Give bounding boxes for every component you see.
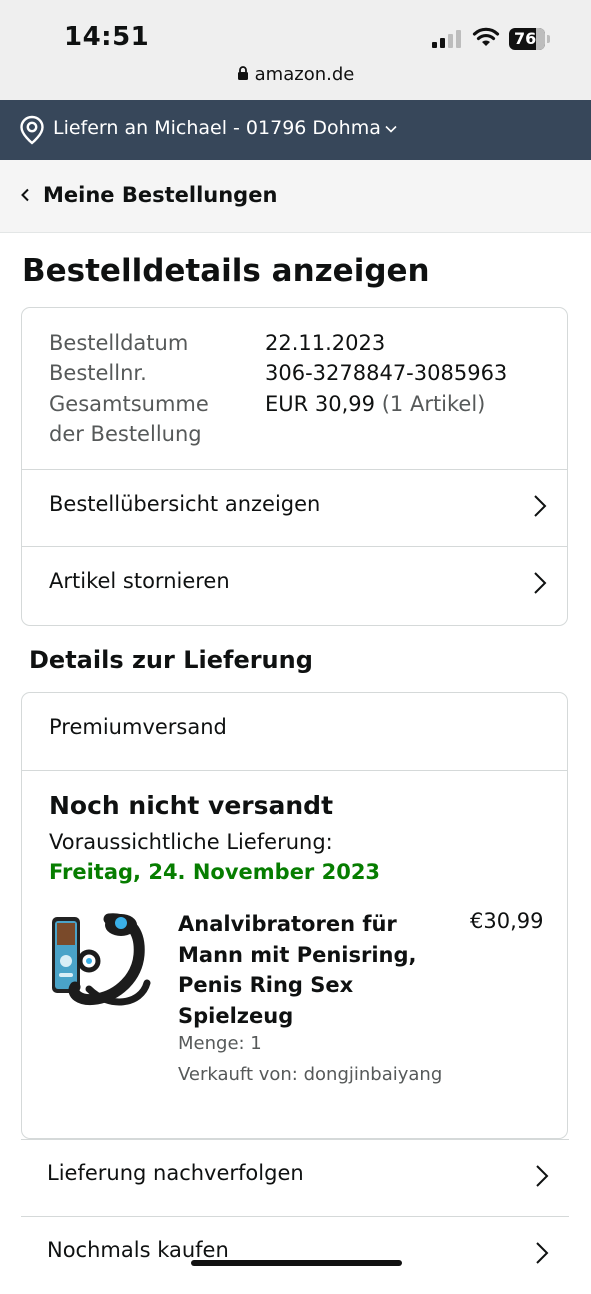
status-time: 14:51 [64,22,150,52]
delivery-card: Premiumversand Noch nicht versandt Vorau… [21,692,568,1139]
battery-icon: 76 [509,28,545,50]
chevron-left-icon [21,188,29,202]
battery-tip [547,35,550,43]
product-title-link[interactable]: Analvibratoren für Mann mit Penisring, P… [178,909,440,1031]
wifi-icon [472,27,500,46]
delivery-location-bar[interactable]: Liefern an Michael - 01796 Dohma [0,100,591,160]
view-order-summary-row[interactable]: Bestellübersicht anzeigen [22,469,567,547]
chevron-right-icon [534,495,547,517]
back-navigation[interactable]: Meine Bestellungen [0,160,591,233]
product-quantity: Menge: 1 [178,1033,262,1054]
location-pin-icon [20,115,44,145]
product-image[interactable] [49,909,154,1019]
view-order-summary-label: Bestellübersicht anzeigen [49,492,321,516]
order-date-label: Bestelldatum [49,331,189,355]
order-date-value: 22.11.2023 [265,331,386,355]
buy-again-row[interactable]: Nochmals kaufen [21,1216,569,1294]
order-total-amount: EUR 30,99 [265,392,376,416]
order-summary-card: Bestelldatum 22.11.2023 Bestellnr. 306-3… [21,307,568,626]
order-total-value: EUR 30,99 (1 Artikel) [265,389,485,419]
chevron-right-icon [534,572,547,594]
page-title: Bestelldetails anzeigen [22,253,430,289]
shipping-speed: Premiumversand [49,715,227,739]
track-package-row[interactable]: Lieferung nachverfolgen [21,1139,569,1217]
buy-again-label: Nochmals kaufen [47,1238,229,1262]
url-text: amazon.de [254,64,355,85]
cancel-items-label: Artikel stornieren [49,569,230,593]
delivery-section-title: Details zur Lieferung [29,646,313,674]
divider [22,770,567,771]
lock-icon [237,66,248,80]
chevron-right-icon [536,1242,549,1264]
home-indicator[interactable] [191,1260,402,1266]
track-package-label: Lieferung nachverfolgen [47,1161,304,1185]
shipment-status: Noch nicht versandt [49,791,334,820]
chevron-down-icon [385,125,397,133]
product-price: €30,99 [470,909,544,933]
order-total-label-line2: der Bestellung [49,422,202,446]
chevron-right-icon [536,1165,549,1187]
url-bar[interactable]: amazon.de [0,64,591,85]
cancel-items-row[interactable]: Artikel stornieren [22,546,567,624]
product-seller: Verkauft von: dongjinbaiyang [178,1064,443,1085]
delivery-location-text: Liefern an Michael - 01796 Dohma [53,117,381,139]
back-label: Meine Bestellungen [43,183,278,207]
order-item-count: (1 Artikel) [381,392,486,416]
order-total-label-line1: Gesamtsumme [49,392,209,416]
expected-delivery-date: Freitag, 24. November 2023 [49,860,381,884]
order-number-label: Bestellnr. [49,361,147,385]
order-number-value: 306-3278847-3085963 [265,361,508,385]
expected-delivery-label: Voraussichtliche Lieferung: [49,830,333,854]
status-bar: 14:51 76 amazon.de [0,0,591,100]
cellular-signal-icon [432,30,464,48]
